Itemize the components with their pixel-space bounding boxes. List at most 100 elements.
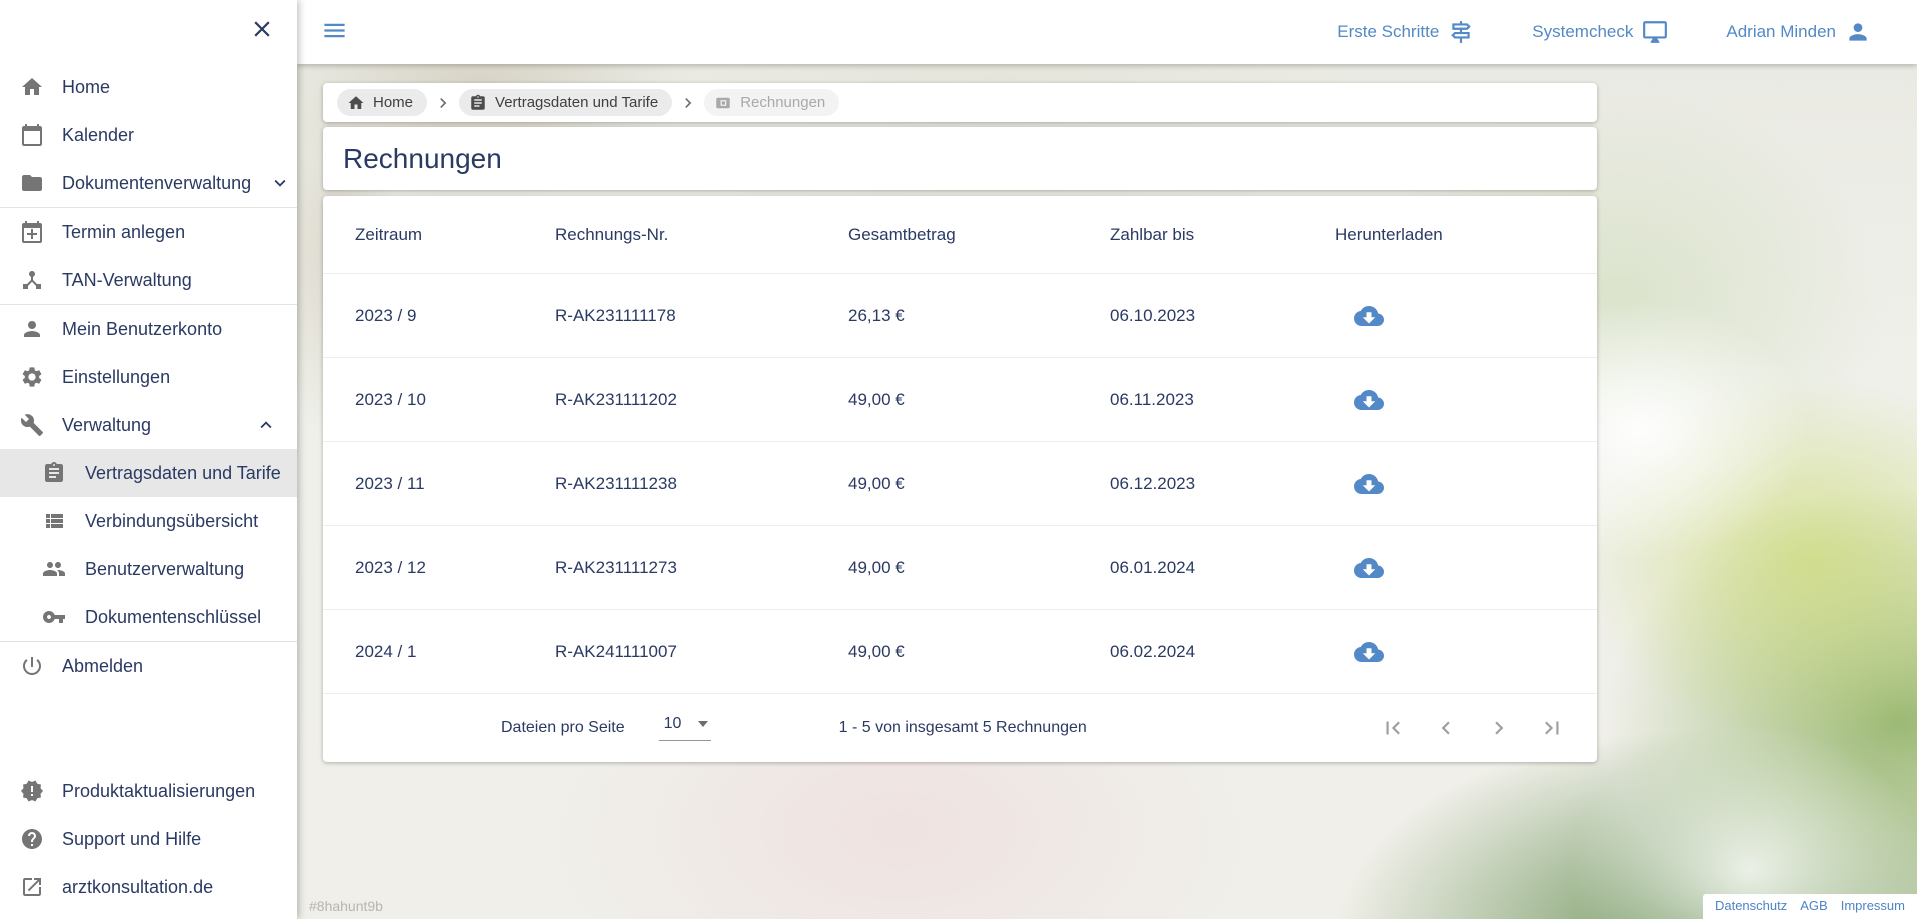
table-row: 2023 / 12 R-AK231111273 49,00 € 06.01.20… <box>323 525 1597 609</box>
sidebar-item-mein-benutzerkonto[interactable]: Mein Benutzerkonto <box>0 305 297 353</box>
page-size-value: 10 <box>664 715 682 733</box>
systemcheck-link[interactable]: Systemcheck <box>1532 19 1668 45</box>
help-icon <box>20 827 44 851</box>
sidebar-close-button[interactable] <box>249 16 275 45</box>
chevron-right-icon <box>678 93 698 113</box>
sidebar-item-label: Benutzerverwaltung <box>85 559 244 580</box>
calendar-add-icon <box>20 220 44 244</box>
receipt-icon <box>714 94 732 112</box>
wrench-icon <box>20 413 44 437</box>
systemcheck-label: Systemcheck <box>1532 22 1633 42</box>
cloud-download-icon <box>1354 553 1384 583</box>
cloud-download-icon <box>1354 301 1384 331</box>
sidebar-item-label: Dokumentenverwaltung <box>62 173 251 194</box>
impressum-link[interactable]: Impressum <box>1841 898 1905 913</box>
download-invoice-button[interactable] <box>1349 548 1389 588</box>
list-icon <box>42 509 66 533</box>
agb-link[interactable]: AGB <box>1800 898 1827 913</box>
page-size-select[interactable]: 10 <box>659 715 711 741</box>
breadcrumb-vertragsdaten[interactable]: Vertragsdaten und Tarife <box>459 89 672 116</box>
table-row: 2023 / 11 R-AK231111238 49,00 € 06.12.20… <box>323 441 1597 525</box>
sidebar-item-arztkonsultation[interactable]: arztkonsultation.de <box>0 863 297 911</box>
first-page-icon <box>1380 715 1406 741</box>
sidebar-item-dokumentenschluessel[interactable]: Dokumentenschlüssel <box>0 593 297 641</box>
sidebar-item-label: Support und Hilfe <box>62 829 201 850</box>
key-icon <box>42 605 66 629</box>
breadcrumb-label: Vertragsdaten und Tarife <box>495 94 658 111</box>
column-header-gesamtbetrag: Gesamtbetrag <box>848 225 1110 245</box>
column-header-zeitraum: Zeitraum <box>355 225 555 245</box>
sidebar-item-label: Einstellungen <box>62 367 170 388</box>
sidebar-item-abmelden[interactable]: Abmelden <box>0 642 297 690</box>
sidebar-item-label: Termin anlegen <box>62 222 185 243</box>
sidebar-item-support-und-hilfe[interactable]: Support und Hilfe <box>0 815 297 863</box>
download-invoice-button[interactable] <box>1349 464 1389 504</box>
breadcrumb-home[interactable]: Home <box>337 89 427 116</box>
gear-icon <box>20 365 44 389</box>
invoice-table: Zeitraum Rechnungs-Nr. Gesamtbetrag Zahl… <box>323 196 1597 762</box>
external-link-icon <box>20 875 44 899</box>
hamburger-menu-button[interactable] <box>321 17 348 47</box>
sidebar-item-home[interactable]: Home <box>0 63 297 111</box>
table-row: 2023 / 9 R-AK231111178 26,13 € 06.10.202… <box>323 273 1597 357</box>
sidebar-item-termin-anlegen[interactable]: Termin anlegen <box>0 208 297 256</box>
sidebar-item-verbindungsuebersicht[interactable]: Verbindungsübersicht <box>0 497 297 545</box>
chevron-down-icon <box>269 172 291 194</box>
watermark: #8hahunt9b <box>309 898 383 914</box>
table-row: 2024 / 1 R-AK241111007 49,00 € 06.02.202… <box>323 609 1597 693</box>
user-account-link[interactable]: Adrian Minden <box>1726 19 1871 45</box>
breadcrumb-rechnungen-current: Rechnungen <box>704 89 839 116</box>
person-icon <box>1845 19 1871 45</box>
sidebar-item-produktaktualisierungen[interactable]: Produktaktualisierungen <box>0 767 297 815</box>
cell-rechnungs-nr: R-AK231111238 <box>555 474 848 494</box>
cell-zeitraum: 2023 / 9 <box>355 306 555 326</box>
first-page-button[interactable] <box>1380 715 1406 741</box>
previous-page-button[interactable] <box>1433 715 1459 741</box>
new-releases-icon <box>20 779 44 803</box>
page-title: Rechnungen <box>343 143 502 175</box>
download-invoice-button[interactable] <box>1349 380 1389 420</box>
sidebar-item-benutzerverwaltung[interactable]: Benutzerverwaltung <box>0 545 297 593</box>
sidebar-item-label: Abmelden <box>62 656 143 677</box>
cloud-download-icon <box>1354 637 1384 667</box>
topbar-links: Erste Schritte Systemcheck Adrian Minden <box>1337 19 1917 45</box>
cell-zeitraum: 2024 / 1 <box>355 642 555 662</box>
legal-footer: Datenschutz AGB Impressum <box>1703 894 1917 919</box>
breadcrumb-label: Rechnungen <box>740 94 825 111</box>
cell-zeitraum: 2023 / 11 <box>355 474 555 494</box>
erste-schritte-link[interactable]: Erste Schritte <box>1337 19 1474 45</box>
breadcrumb-label: Home <box>373 94 413 111</box>
sidebar-item-vertragsdaten-und-tarife[interactable]: Vertragsdaten und Tarife <box>0 449 297 497</box>
sidebar-item-tan-verwaltung[interactable]: TAN-Verwaltung <box>0 256 297 304</box>
sidebar-item-dokumentenverwaltung[interactable]: Dokumentenverwaltung <box>0 159 297 207</box>
cell-gesamtbetrag: 49,00 € <box>848 558 1110 578</box>
cell-zahlbar-bis: 06.12.2023 <box>1110 474 1335 494</box>
close-icon <box>249 16 275 42</box>
last-page-icon <box>1539 715 1565 741</box>
sidebar-item-einstellungen[interactable]: Einstellungen <box>0 353 297 401</box>
sidebar-item-kalender[interactable]: Kalender <box>0 111 297 159</box>
erste-schritte-label: Erste Schritte <box>1337 22 1439 42</box>
cloud-download-icon <box>1354 385 1384 415</box>
sidebar-item-verwaltung[interactable]: Verwaltung <box>0 401 297 449</box>
cell-gesamtbetrag: 26,13 € <box>848 306 1110 326</box>
cell-rechnungs-nr: R-AK231111273 <box>555 558 848 578</box>
column-header-zahlbar-bis: Zahlbar bis <box>1110 225 1335 245</box>
user-name-label: Adrian Minden <box>1726 22 1836 42</box>
cell-zeitraum: 2023 / 12 <box>355 558 555 578</box>
download-invoice-button[interactable] <box>1349 296 1389 336</box>
cell-rechnungs-nr: R-AK231111202 <box>555 390 848 410</box>
next-page-button[interactable] <box>1486 715 1512 741</box>
last-page-button[interactable] <box>1539 715 1565 741</box>
sidebar-item-label: Verbindungsübersicht <box>85 511 258 532</box>
home-icon <box>347 94 365 112</box>
caret-down-icon <box>698 721 708 727</box>
clipboard-icon <box>469 94 487 112</box>
datenschutz-link[interactable]: Datenschutz <box>1715 898 1787 913</box>
cell-gesamtbetrag: 49,00 € <box>848 390 1110 410</box>
main-content: Home Vertragsdaten und Tarife Rechnungen… <box>323 83 1597 762</box>
signpost-icon <box>1448 19 1474 45</box>
monitor-icon <box>1642 19 1668 45</box>
cell-zeitraum: 2023 / 10 <box>355 390 555 410</box>
download-invoice-button[interactable] <box>1349 632 1389 672</box>
